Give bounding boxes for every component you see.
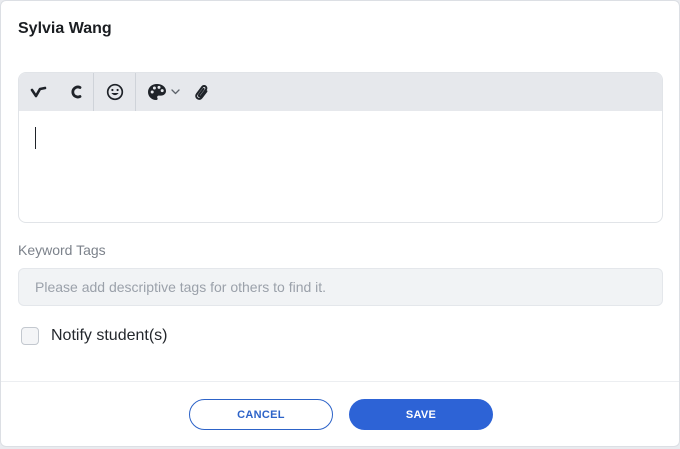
footer-divider	[1, 381, 679, 382]
color-dropdown-button[interactable]	[136, 73, 188, 111]
redo-button[interactable]	[59, 73, 93, 111]
save-button[interactable]: SAVE	[349, 399, 493, 430]
editor-toolbar	[19, 73, 662, 111]
history-group	[19, 73, 93, 111]
attach-button[interactable]	[188, 73, 214, 111]
cancel-button[interactable]: CANCEL	[189, 399, 333, 430]
editor-text-area[interactable]	[19, 111, 662, 221]
dialog-title: Sylvia Wang	[18, 20, 112, 37]
emoji-icon	[106, 83, 124, 101]
keyword-tags-label: Keyword Tags	[18, 242, 106, 258]
notify-label: Notify student(s)	[51, 327, 168, 344]
undo-button[interactable]	[19, 73, 59, 111]
text-cursor	[35, 127, 36, 149]
palette-icon	[147, 83, 167, 101]
chevron-down-icon	[170, 89, 180, 95]
emoji-button[interactable]	[94, 73, 135, 111]
rich-text-editor	[18, 72, 663, 223]
notify-checkbox[interactable]	[21, 327, 39, 345]
keyword-tags-input[interactable]	[18, 268, 663, 306]
redo-icon	[69, 84, 83, 100]
comment-dialog: Sylvia Wang Keyword Tags Please add desc…	[0, 0, 680, 447]
attachment-icon	[191, 82, 211, 102]
notify-students-option[interactable]: Notify student(s)	[21, 327, 167, 345]
undo-icon	[30, 85, 48, 99]
